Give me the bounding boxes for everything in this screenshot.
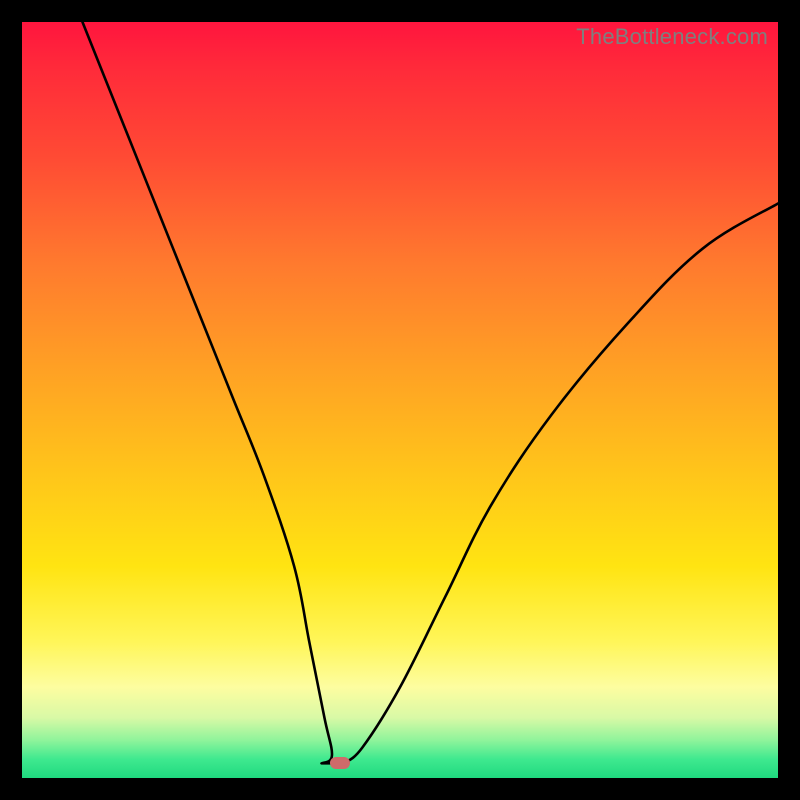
bottleneck-curve	[22, 22, 778, 778]
chart-frame: TheBottleneck.com	[0, 0, 800, 800]
watermark-text: TheBottleneck.com	[576, 24, 768, 50]
min-marker	[330, 757, 350, 769]
chart-plot-area: TheBottleneck.com	[22, 22, 778, 778]
